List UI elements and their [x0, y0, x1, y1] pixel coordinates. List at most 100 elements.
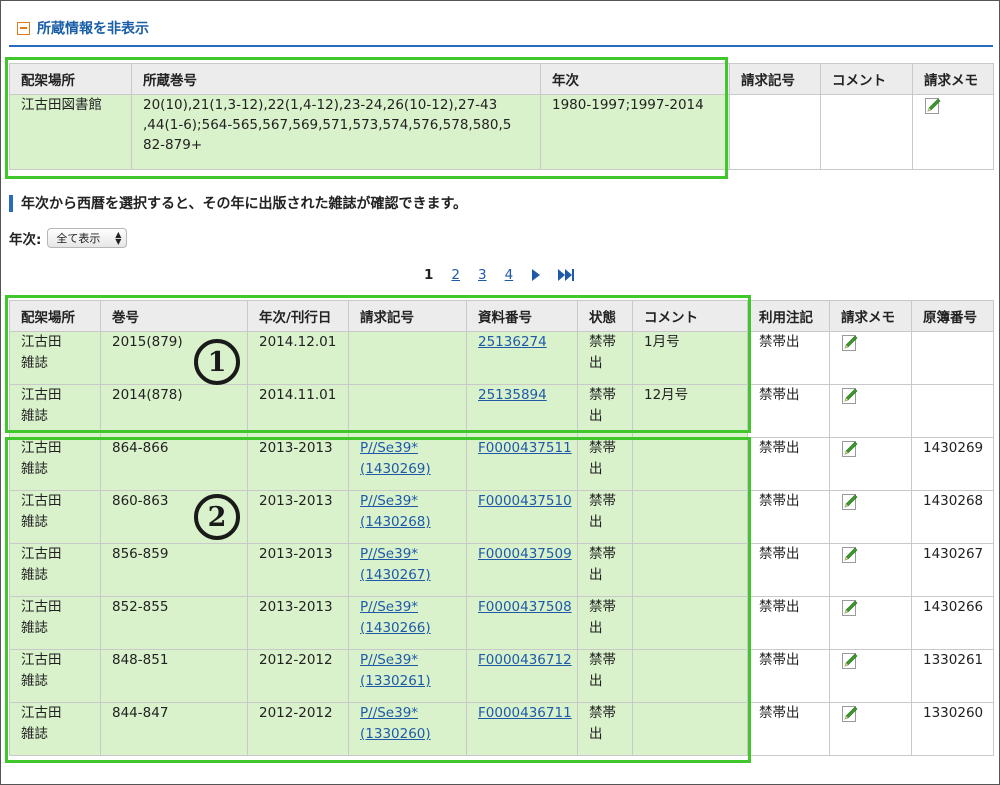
call-number-link[interactable]: P//Se39*	[360, 545, 455, 566]
holdings-toggle[interactable]: 所蔵情報を非表示	[17, 18, 149, 38]
item-number-link[interactable]: F0000437509	[478, 546, 572, 562]
cell-comment	[632, 649, 748, 703]
call-number-sub-link[interactable]: (1430269)	[360, 459, 455, 480]
location-line2: 雑誌	[21, 408, 48, 424]
cell-ledger-number: 1430267	[911, 543, 994, 597]
holdings-row: 江古田図書館 20(10),21(1,3-12),22(1,4-12),23-2…	[9, 94, 994, 170]
cell-call-number	[348, 331, 467, 385]
cell-comment	[632, 543, 748, 597]
location-line1: 江古田	[21, 599, 62, 615]
cell-ledger-number: 1430269	[911, 437, 994, 491]
cell-usage-note: 禁帯出	[747, 331, 830, 385]
location-line1: 江古田	[21, 546, 62, 562]
holdings-volumes-line2: ,44(1-6);564-565,567,569,571,573,574,576…	[143, 117, 512, 133]
location-line1: 江古田	[21, 387, 62, 403]
location-line2: 雑誌	[21, 726, 48, 742]
cell-usage-note: 禁帯出	[747, 649, 830, 703]
cell-location: 江古田 雑誌	[9, 331, 101, 385]
page-link-4[interactable]: 4	[505, 267, 514, 283]
holdings-toggle-label[interactable]: 所蔵情報を非表示	[37, 18, 149, 38]
location-line2: 雑誌	[21, 355, 48, 371]
cell-location: 江古田 雑誌	[9, 543, 101, 597]
cell-comment	[632, 702, 748, 756]
cell-ledger-number	[911, 331, 994, 385]
status-line2: 出	[589, 408, 603, 424]
page-link-3[interactable]: 3	[478, 267, 487, 283]
cell-comment: 12月号	[632, 384, 748, 438]
holdings-comment	[820, 94, 913, 170]
status-line1: 禁帯	[589, 334, 616, 350]
memo-edit-icon[interactable]	[841, 440, 859, 465]
cell-ledger-number	[911, 384, 994, 438]
item-number-link[interactable]: F0000437510	[478, 493, 572, 509]
memo-edit-icon[interactable]	[841, 334, 859, 359]
col-usage-note: 利用注記	[747, 300, 830, 332]
memo-edit-icon[interactable]	[841, 599, 859, 624]
section-heading-text: 年次から西暦を選択すると、その年に出版された雑誌が確認できます。	[21, 196, 468, 212]
memo-edit-icon[interactable]	[841, 493, 859, 518]
table-row: 江古田 雑誌 852-855 2013-2013 P//Se39* (14302…	[9, 596, 994, 650]
cell-date: 2012-2012	[247, 649, 349, 703]
cell-usage-note: 禁帯出	[747, 702, 830, 756]
last-page-icon[interactable]	[557, 268, 575, 282]
next-page-icon[interactable]	[531, 268, 541, 282]
item-number-link[interactable]: F0000437511	[478, 440, 572, 456]
status-line1: 禁帯	[589, 546, 616, 562]
cell-date: 2013-2013	[247, 437, 349, 491]
status-line2: 出	[589, 355, 603, 371]
col-date: 年次/刊行日	[247, 300, 349, 332]
table-row: 江古田 雑誌 2014(878) 2014.11.01 25135894 禁帯 …	[9, 384, 994, 438]
call-number-link[interactable]: P//Se39*	[360, 651, 455, 672]
item-number-link[interactable]: F0000436712	[478, 652, 572, 668]
call-number-link[interactable]: P//Se39*	[360, 439, 455, 460]
status-line2: 出	[589, 620, 603, 636]
page-link-2[interactable]: 2	[451, 267, 460, 283]
call-number-sub-link[interactable]: (1430267)	[360, 565, 455, 586]
pagination: 1 2 3 4	[424, 264, 591, 286]
item-number-link[interactable]: 25135894	[478, 387, 547, 403]
cell-ledger-number: 1330261	[911, 649, 994, 703]
status-line1: 禁帯	[589, 387, 616, 403]
cell-request-memo	[829, 702, 912, 756]
year-select[interactable]: 全て表示 ▲ ▼	[47, 228, 128, 248]
memo-edit-icon[interactable]	[841, 652, 859, 677]
cell-comment	[632, 490, 748, 544]
status-line2: 出	[589, 461, 603, 477]
item-list-table: 配架場所 巻号 年次/刊行日 請求記号 資料番号 状態 コメント 利用注記 請求…	[9, 300, 994, 756]
cell-location: 江古田 雑誌	[9, 437, 101, 491]
list-body: 江古田 雑誌 2015(879) 2014.12.01 25136274 禁帯 …	[9, 331, 994, 756]
call-number-sub-link[interactable]: (1330260)	[360, 724, 455, 745]
memo-edit-icon[interactable]	[924, 97, 942, 121]
memo-edit-icon[interactable]	[841, 705, 859, 730]
cell-request-memo	[829, 384, 912, 438]
call-number-sub-link[interactable]: (1430268)	[360, 512, 455, 533]
col-request-memo: 請求メモ	[912, 63, 994, 95]
cell-status: 禁帯 出	[577, 649, 633, 703]
item-number-link[interactable]: F0000437508	[478, 599, 572, 615]
status-line1: 禁帯	[589, 440, 616, 456]
cell-request-memo	[829, 490, 912, 544]
status-line1: 禁帯	[589, 493, 616, 509]
location-line2: 雑誌	[21, 514, 48, 530]
collapse-icon[interactable]	[17, 21, 30, 35]
memo-edit-icon[interactable]	[841, 546, 859, 571]
call-number-link[interactable]: P//Se39*	[360, 492, 455, 513]
call-number-sub-link[interactable]: (1330261)	[360, 671, 455, 692]
cell-item-number: F0000437508	[466, 596, 578, 650]
item-number-link[interactable]: F0000436711	[478, 705, 572, 721]
cell-date: 2014.12.01	[247, 331, 349, 385]
col-comment: コメント	[632, 300, 748, 332]
call-number-sub-link[interactable]: (1430266)	[360, 618, 455, 639]
annotation-badge-1: 1	[194, 339, 240, 385]
cell-location: 江古田 雑誌	[9, 596, 101, 650]
call-number-link[interactable]: P//Se39*	[360, 598, 455, 619]
cell-call-number: P//Se39* (1430269)	[348, 437, 467, 491]
item-number-link[interactable]: 25136274	[478, 334, 547, 350]
memo-edit-icon[interactable]	[841, 387, 859, 412]
cell-volume: 856-859	[100, 543, 248, 597]
location-line1: 江古田	[21, 705, 62, 721]
call-number-link[interactable]: P//Se39*	[360, 704, 455, 725]
cell-request-memo	[829, 649, 912, 703]
page-current: 1	[424, 267, 434, 283]
annotation-badge-2: 2	[194, 494, 240, 540]
